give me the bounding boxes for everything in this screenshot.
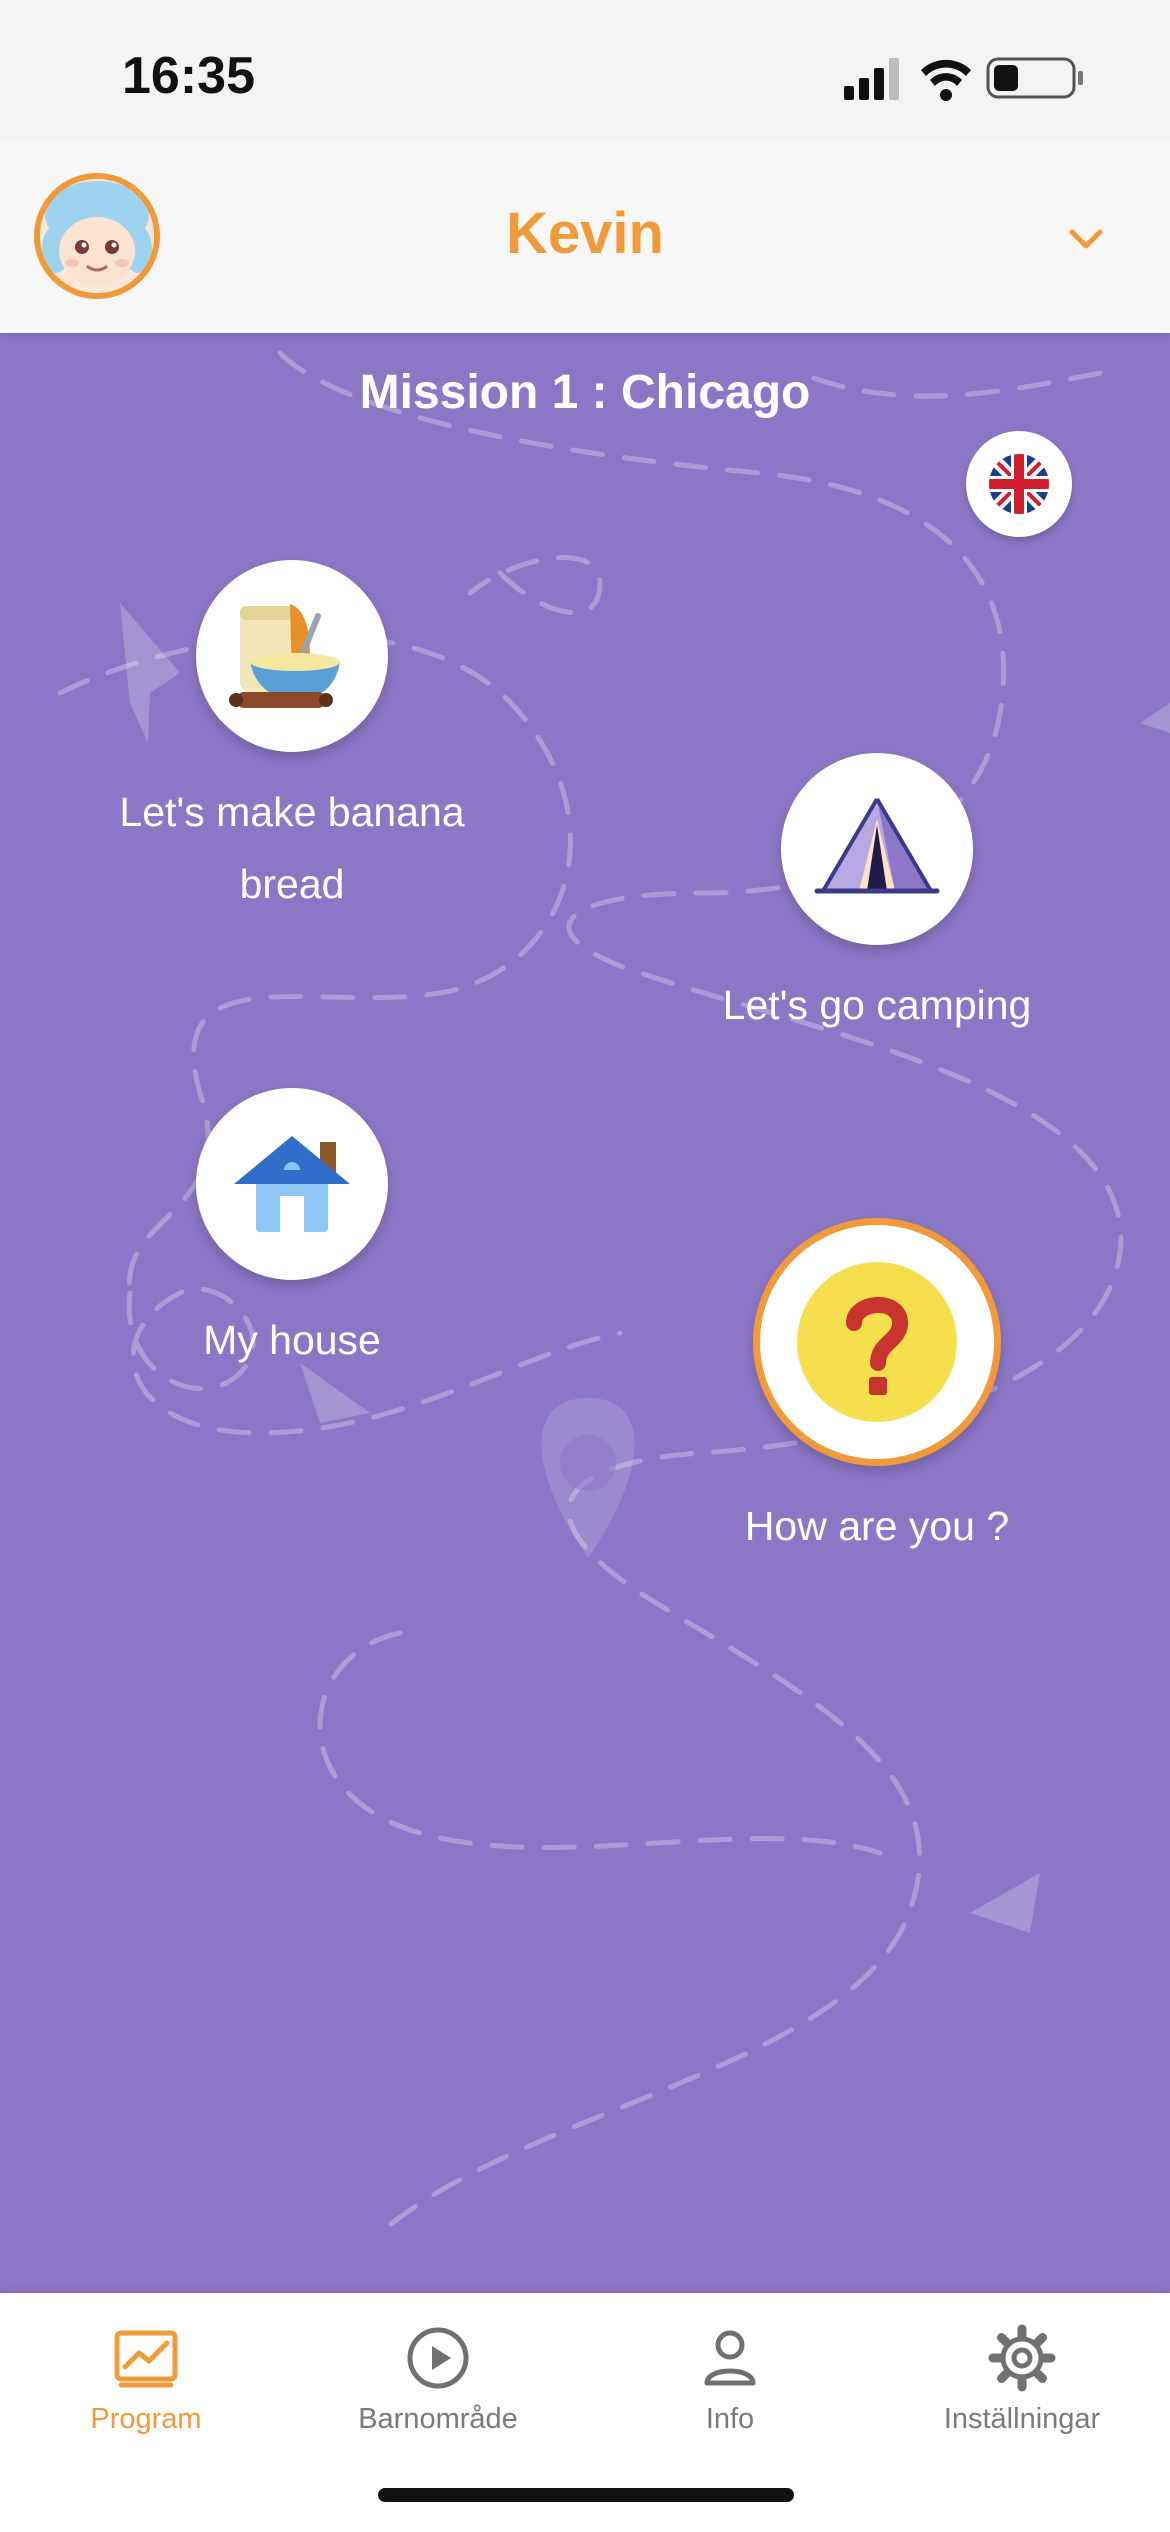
tab-label: Barnområde (358, 2403, 518, 2435)
cellular-signal-icon (844, 58, 899, 100)
lesson-banana-bread[interactable]: Let's make banana bread (102, 560, 482, 920)
gear-icon (988, 2324, 1056, 2392)
person-icon (704, 2330, 756, 2386)
chart-icon (114, 2330, 178, 2388)
tab-program[interactable]: Program (0, 2323, 292, 2436)
tab-barnomrade[interactable]: Barnområde (292, 2323, 584, 2436)
lesson-how-are-you[interactable]: How are you ? (687, 1218, 1067, 1562)
play-circle-icon (407, 2327, 469, 2389)
lesson-label: My house (203, 1317, 381, 1363)
tab-label: Info (705, 2403, 755, 2435)
lesson-label: Let's make banana bread (119, 789, 465, 907)
lesson-icon-circle[interactable] (196, 560, 388, 752)
tent-icon (814, 797, 940, 894)
house-icon (234, 1136, 350, 1232)
question-mark-icon (797, 1262, 957, 1422)
tab-label: Inställningar (943, 2403, 1101, 2435)
tab-installningar[interactable]: Inställningar (876, 2323, 1168, 2436)
chevron-down-icon[interactable] (1064, 216, 1108, 260)
uk-flag-icon (989, 454, 1049, 514)
lesson-icon-circle[interactable] (781, 753, 973, 945)
mission-title: Mission 1 : Chicago (359, 366, 811, 419)
tab-label: Program (90, 2403, 202, 2435)
lesson-camping[interactable]: Let's go camping (687, 753, 1067, 1041)
lesson-icon-circle[interactable] (196, 1088, 388, 1280)
lesson-label: Let's go camping (722, 982, 1032, 1028)
status-time: 16:35 (122, 47, 255, 105)
language-flag-button[interactable] (966, 431, 1072, 537)
tab-info[interactable]: Info (584, 2323, 876, 2436)
home-indicator[interactable] (378, 2488, 794, 2502)
battery-icon (986, 57, 1083, 99)
banana-bread-icon (229, 604, 340, 708)
status-bar: 16:35 (0, 0, 1170, 140)
lesson-my-house[interactable]: My house (102, 1088, 482, 1376)
user-name-title[interactable]: Kevin (0, 200, 1170, 267)
lesson-label: How are you ? (744, 1503, 1010, 1549)
wifi-icon (921, 59, 971, 101)
profile-header: Kevin (0, 140, 1170, 333)
mission-map: Mission 1 : Chicago Let's make banana br… (0, 333, 1170, 2293)
status-icons (844, 57, 1083, 101)
lesson-icon-circle-current[interactable] (753, 1218, 1001, 1466)
